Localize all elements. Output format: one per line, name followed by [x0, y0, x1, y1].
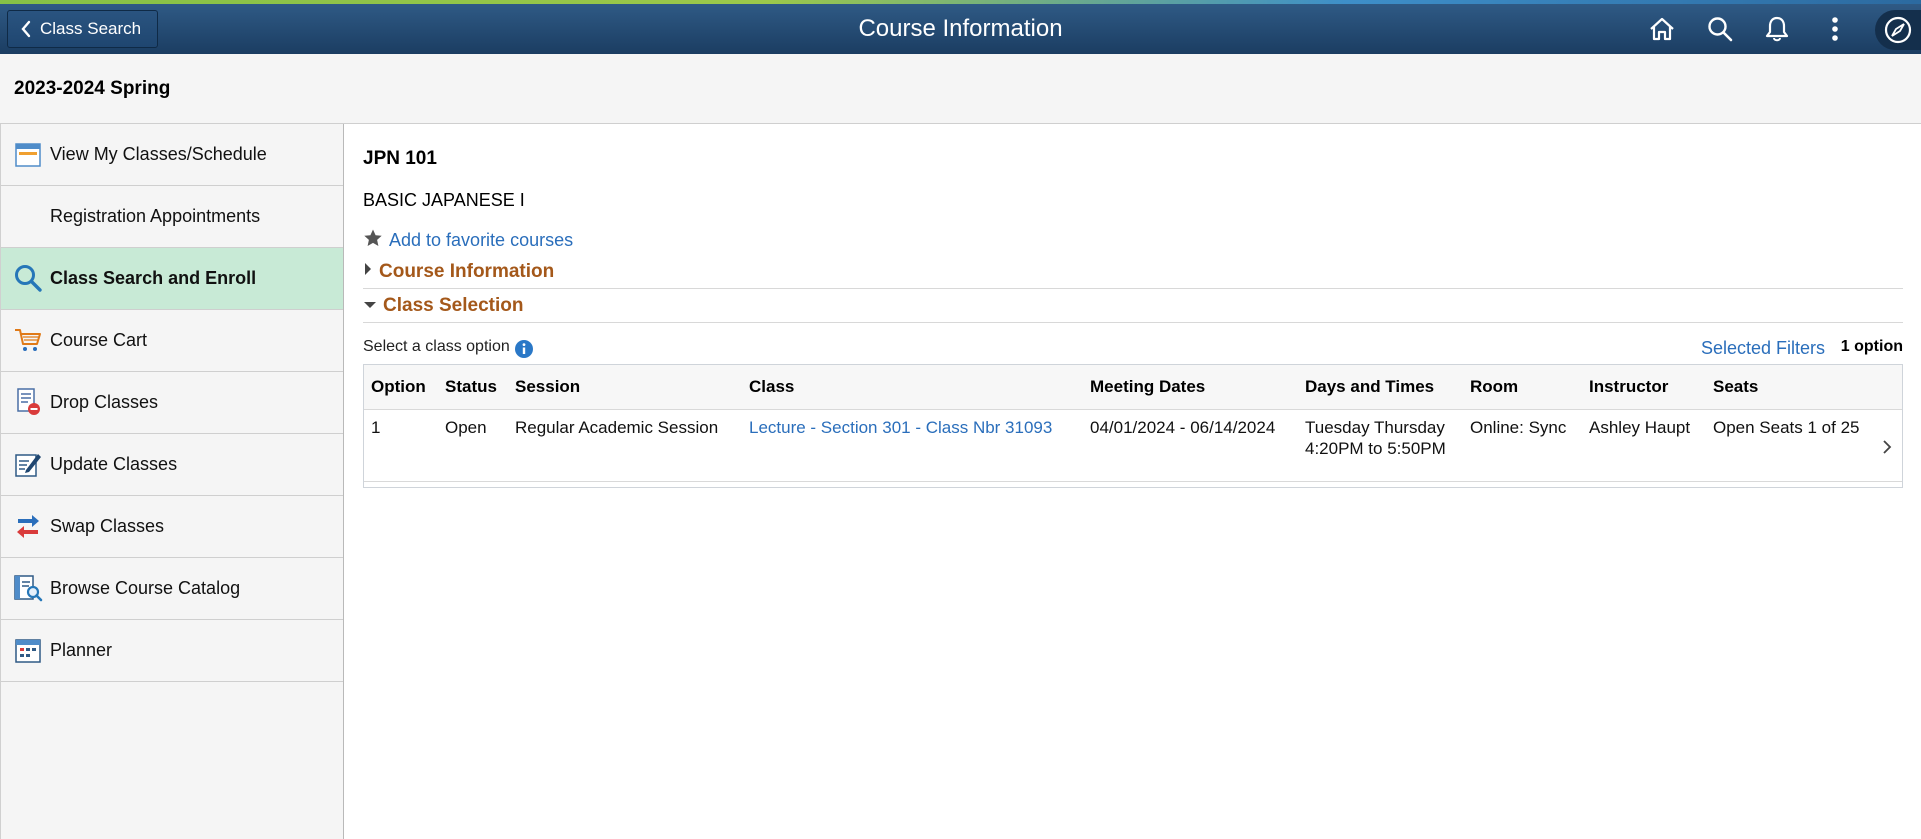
term-bar: 2023-2024 Spring — [0, 54, 1921, 124]
col-days-times: Days and Times — [1305, 377, 1435, 396]
search-icon — [13, 263, 43, 293]
section-title: Course Information — [379, 260, 555, 282]
cart-icon — [13, 325, 43, 355]
select-class-option-label: Select a class option — [363, 338, 510, 355]
sidebar-item-label: Browse Course Catalog — [50, 578, 241, 598]
sidebar-item-browse-course-catalog[interactable]: Browse Course Catalog — [1, 558, 343, 620]
chevron-right-icon — [363, 262, 373, 281]
section-course-information[interactable]: Course Information — [363, 255, 1903, 289]
add-favorite-label: Add to favorite courses — [389, 230, 574, 250]
page-title: Course Information — [858, 15, 1063, 42]
class-option-toolbar: Select a class option Selected Filters 1… — [363, 338, 1903, 360]
info-icon[interactable] — [514, 339, 534, 364]
navbar-compass-icon[interactable] — [1875, 10, 1921, 50]
sidebar-item-label: Course Cart — [50, 330, 148, 350]
back-button-label: Class Search — [40, 19, 142, 38]
sidebar: View My Classes/Schedule Registration Ap… — [0, 124, 344, 839]
chevron-down-icon — [363, 297, 377, 315]
col-class: Class — [749, 377, 795, 396]
sidebar-item-swap-classes[interactable]: Swap Classes — [1, 496, 343, 558]
cell-room: Online: Sync — [1470, 418, 1567, 437]
sidebar-item-update-classes[interactable]: Update Classes — [1, 434, 343, 496]
col-session: Session — [515, 377, 581, 396]
sidebar-item-class-search-and-enroll[interactable]: Class Search and Enroll — [1, 248, 343, 310]
chevron-left-icon — [20, 20, 32, 38]
planner-icon — [13, 635, 43, 665]
sidebar-item-label: Registration Appointments — [50, 206, 261, 226]
star-icon — [363, 228, 383, 253]
sidebar-item-label: Swap Classes — [50, 516, 165, 536]
selected-filters-link[interactable]: Selected Filters — [1701, 338, 1825, 359]
app-header: Class Search Course Information — [0, 4, 1921, 54]
sidebar-item-view-my-classes[interactable]: View My Classes/Schedule — [1, 124, 343, 186]
sidebar-item-label: Planner — [50, 640, 113, 660]
chevron-right-icon[interactable] — [1882, 439, 1892, 460]
cell-status: Open — [445, 418, 487, 437]
catalog-icon — [13, 573, 43, 603]
bell-icon[interactable] — [1762, 14, 1792, 44]
table-row[interactable]: 1 Open Regular Academic Session Lecture … — [364, 409, 1902, 482]
cell-session: Regular Academic Session — [515, 418, 719, 437]
drop-icon — [13, 387, 43, 417]
sidebar-item-label: View My Classes/Schedule — [50, 144, 267, 164]
col-instructor: Instructor — [1589, 377, 1669, 396]
sidebar-item-course-cart[interactable]: Course Cart — [1, 310, 343, 372]
course-code: JPN 101 — [363, 148, 437, 169]
cell-instructor: Ashley Haupt — [1589, 418, 1691, 437]
term-label: 2023-2024 Spring — [14, 78, 171, 99]
course-title: BASIC JAPANESE I — [363, 190, 525, 210]
section-title: Class Selection — [383, 294, 524, 316]
main-content: JPN 101 BASIC JAPANESE I Add to favorite… — [344, 124, 1921, 839]
sidebar-item-label: Update Classes — [50, 454, 178, 474]
swap-icon — [13, 511, 43, 541]
search-icon[interactable] — [1705, 14, 1735, 44]
back-button[interactable]: Class Search — [7, 10, 159, 48]
option-count: 1 option — [1840, 338, 1903, 355]
edit-icon — [13, 449, 43, 479]
add-favorite-link[interactable]: Add to favorite courses — [363, 228, 573, 253]
cell-meeting-dates: 04/01/2024 - 06/14/2024 — [1090, 418, 1276, 437]
col-option: Option — [371, 377, 426, 396]
col-meeting-dates: Meeting Dates — [1090, 377, 1206, 396]
home-icon[interactable] — [1647, 14, 1677, 44]
more-icon[interactable] — [1820, 14, 1850, 44]
sidebar-item-label: Class Search and Enroll — [50, 268, 257, 288]
class-link[interactable]: Lecture - Section 301 - Class Nbr 31093 — [749, 417, 1052, 438]
col-seats: Seats — [1713, 377, 1759, 396]
col-room: Room — [1470, 377, 1519, 396]
col-status: Status — [445, 377, 497, 396]
calendar-icon — [13, 139, 43, 169]
cell-days-times: Tuesday Thursday 4:20PM to 5:50PM — [1305, 417, 1446, 459]
sidebar-item-drop-classes[interactable]: Drop Classes — [1, 372, 343, 434]
sidebar-item-registration-appointments[interactable]: Registration Appointments — [1, 186, 343, 248]
cell-option: 1 — [371, 418, 381, 437]
section-class-selection[interactable]: Class Selection — [363, 289, 1903, 323]
class-options-table: Option Status Session Class Meeting Date… — [363, 364, 1903, 488]
cell-times: 4:20PM to 5:50PM — [1305, 439, 1446, 458]
table-header: Option Status Session Class Meeting Date… — [364, 365, 1902, 410]
cell-days: Tuesday Thursday — [1305, 418, 1445, 437]
sidebar-item-label: Drop Classes — [50, 392, 159, 412]
sidebar-item-planner[interactable]: Planner — [1, 620, 343, 682]
cell-seats: Open Seats 1 of 25 — [1713, 418, 1860, 437]
